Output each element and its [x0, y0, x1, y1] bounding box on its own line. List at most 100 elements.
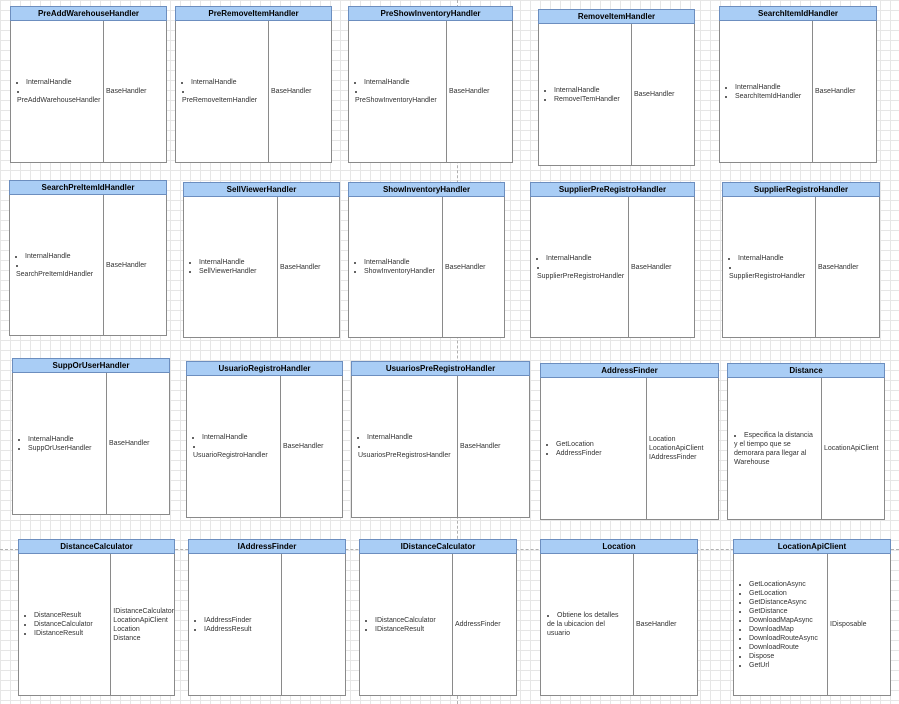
member-item: InternalHandle — [735, 83, 801, 92]
member-item: GetDistance — [749, 607, 818, 616]
class-box[interactable]: SearchItemIdHandlerInternalHandleSearchI… — [719, 6, 877, 163]
class-body: InternalHandleSellViewerHandlerBaseHandl… — [183, 197, 340, 338]
class-title: IDistanceCalculator — [359, 539, 517, 554]
class-body: GetLocationAsyncGetLocationGetDistanceAs… — [733, 554, 891, 696]
class-parents: BaseHandler — [104, 195, 166, 335]
member-item: RemoveITemHandler — [554, 95, 620, 104]
class-body: InternalHandleRemoveITemHandlerBaseHandl… — [538, 24, 695, 166]
class-box[interactable]: SupplierRegistroHandlerInternalHandleSup… — [722, 182, 880, 338]
member-item: IAddressFinder — [204, 616, 251, 625]
class-members: InternalHandleSearchItemIdHandler — [720, 21, 813, 162]
class-box[interactable]: SellViewerHandlerInternalHandleSellViewe… — [183, 182, 340, 338]
class-title: UsuarioRegistroHandler — [186, 361, 343, 376]
member-item: AddressFinder — [556, 449, 602, 458]
member-item: PreAddWarehouseHandler — [17, 87, 100, 105]
class-members: DistanceResultDistanceCalculatorIDistanc… — [19, 554, 112, 695]
member-item: SupplierPreRegistroHandler — [537, 263, 624, 281]
class-parents: BaseHandler — [629, 197, 694, 337]
class-parents: BaseHandler — [634, 554, 697, 695]
class-box[interactable]: SuppOrUserHandlerInternalHandleSuppOrUse… — [12, 358, 170, 515]
class-box[interactable]: SupplierPreRegistroHandlerInternalHandle… — [530, 182, 695, 338]
class-parents: BaseHandler — [816, 197, 879, 337]
member-item: DownloadMapAsync — [749, 616, 818, 625]
member-item: DownloadRouteAsync — [749, 634, 818, 643]
class-body: Especifica la distancia y el tiempo que … — [727, 378, 885, 520]
class-members: InternalHandlePreShowInventoryHandler — [349, 21, 447, 162]
class-title: AddressFinder — [540, 363, 719, 378]
class-members: InternalHandleShowInventoryHandler — [349, 197, 443, 337]
class-members: InternalHandleUsuariosPreRegistrosHandle… — [352, 376, 458, 517]
class-parents: BaseHandler — [278, 197, 339, 337]
class-box[interactable]: PreAddWarehouseHandlerInternalHandlePreA… — [10, 6, 167, 163]
member-item: InternalHandle — [554, 86, 620, 95]
class-box[interactable]: Distance Especifica la distancia y el tie… — [727, 363, 885, 520]
class-box[interactable]: IDistanceCalculatorIDistanceCalculatorID… — [359, 539, 517, 696]
class-title: RemoveItemHandler — [538, 9, 695, 24]
member-item: SellViewerHandler — [199, 267, 256, 276]
class-box[interactable]: ShowInventoryHandlerInternalHandleShowIn… — [348, 182, 505, 338]
class-members: GetLocationAddressFinder — [541, 378, 647, 519]
class-body: InternalHandleSupplierRegistroHandlerBas… — [722, 197, 880, 338]
parent-type: LocationApiClient — [824, 445, 879, 452]
member-item: InternalHandle — [364, 258, 435, 267]
class-body: InternalHandleSuppOrUserHandlerBaseHandl… — [12, 373, 170, 515]
class-box[interactable]: AddressFinderGetLocationAddressFinderLoc… — [540, 363, 719, 520]
class-members: InternalHandleRemoveITemHandler — [539, 24, 632, 165]
class-box[interactable]: DistanceCalculatorDistanceResultDistance… — [18, 539, 175, 696]
parent-type: IAddressFinder — [649, 454, 697, 461]
class-body: InternalHandleUsuariosPreRegistrosHandle… — [351, 376, 530, 518]
parent-type: BaseHandler — [818, 263, 859, 271]
member-item: SuppOrUserHandler — [28, 444, 91, 453]
class-members: InternalHandleSupplierPreRegistroHandler — [531, 197, 629, 337]
class-parents: IDisposable — [828, 554, 890, 695]
class-members: IDistanceCalculatorIDistanceResult — [360, 554, 453, 695]
parent-type: BaseHandler — [449, 88, 490, 95]
class-box[interactable]: UsuariosPreRegistroHandlerInternalHandle… — [351, 361, 530, 518]
member-item: SearchPreItemIdHandler — [16, 261, 93, 279]
member-item: InternalHandle — [367, 433, 451, 442]
member-item: IDistanceCalculator — [375, 616, 436, 625]
parent-type: BaseHandler — [631, 263, 672, 271]
class-box[interactable]: PreShowInventoryHandlerInternalHandlePre… — [348, 6, 513, 163]
class-members: IAddressFinderIAddressResult — [189, 554, 282, 695]
class-box[interactable]: UsuarioRegistroHandlerInternalHandleUsua… — [186, 361, 343, 518]
class-box[interactable]: SearchPreItemIdHandlerInternalHandleSear… — [9, 180, 167, 336]
class-body: InternalHandleSupplierPreRegistroHandler… — [530, 197, 695, 338]
member-item: InternalHandle — [546, 254, 624, 263]
class-box[interactable]: Location Obtiene los detalles de la ubica… — [540, 539, 698, 696]
member-item: GetLocationAsync — [749, 580, 818, 589]
member-item: IDistanceResult — [375, 625, 436, 634]
parent-type: LocationApiClient — [113, 616, 168, 624]
member-item: Dispose — [749, 652, 818, 661]
class-box[interactable]: IAddressFinderIAddressFinderIAddressResu… — [188, 539, 346, 696]
class-members: InternalHandleSupplierRegistroHandler — [723, 197, 816, 337]
class-body: IAddressFinderIAddressResult — [188, 554, 346, 696]
class-parents: BaseHandler — [813, 21, 876, 162]
class-body: Obtiene los detalles de la ubicacion del… — [540, 554, 698, 696]
class-title: SupplierPreRegistroHandler — [530, 182, 695, 197]
class-title: IAddressFinder — [188, 539, 346, 554]
parent-type: Distance — [113, 634, 141, 642]
member-item: PreShowInventoryHandler — [355, 87, 437, 105]
member-item: InternalHandle — [364, 78, 437, 87]
class-title: UsuariosPreRegistroHandler — [351, 361, 530, 376]
class-box[interactable]: PreRemoveItemHandlerInternalHandlePreRem… — [175, 6, 332, 163]
class-box[interactable]: RemoveItemHandlerInternalHandleRemoveITe… — [538, 9, 695, 166]
class-parents: BaseHandler — [281, 376, 342, 517]
class-parents: BaseHandler — [107, 373, 169, 514]
parent-type: Location — [113, 625, 140, 633]
parent-type: IDisposable — [830, 621, 867, 628]
class-title: SearchPreItemIdHandler — [9, 180, 167, 195]
class-body: IDistanceCalculatorIDistanceResultAddres… — [359, 554, 517, 696]
class-title: SuppOrUserHandler — [12, 358, 170, 373]
member-item: DistanceResult — [34, 611, 93, 620]
member-item: UsuariosPreRegistrosHandler — [358, 442, 451, 460]
parent-type: BaseHandler — [106, 88, 147, 95]
member-item: UsuarioRegistroHandler — [193, 442, 268, 460]
class-parents: BaseHandler — [447, 21, 512, 162]
parent-type: BaseHandler — [283, 443, 324, 450]
class-title: SupplierRegistroHandler — [722, 182, 880, 197]
parent-type: AddressFinder — [455, 621, 501, 628]
class-box[interactable]: LocationApiClientGetLocationAsyncGetLoca… — [733, 539, 891, 696]
class-title: SellViewerHandler — [183, 182, 340, 197]
